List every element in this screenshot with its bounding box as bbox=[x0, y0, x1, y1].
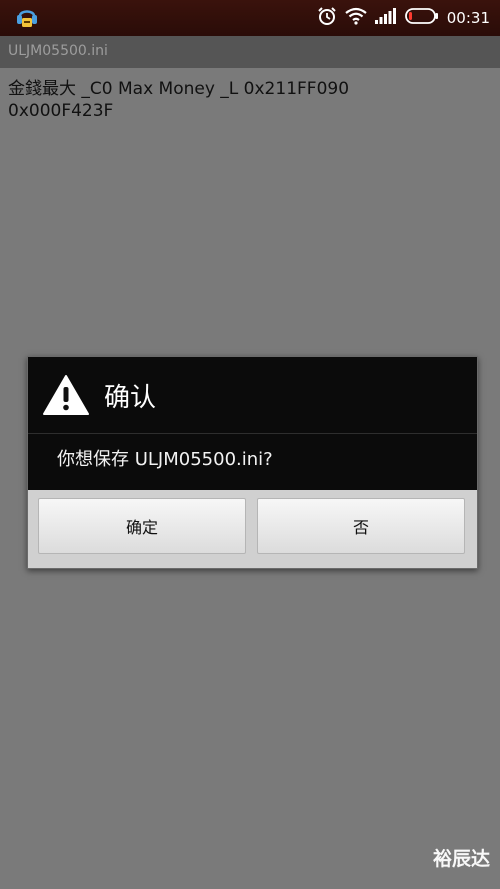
wifi-icon bbox=[345, 7, 367, 29]
content-text: 金錢最大 _C0 Max Money _L 0x211FF090 0x000F4… bbox=[8, 78, 488, 122]
warning-icon bbox=[42, 374, 90, 416]
status-bar: 00:31 bbox=[0, 0, 500, 36]
dialog-header: 确认 bbox=[28, 357, 477, 434]
dialog-button-bar: 确定 否 bbox=[28, 490, 477, 568]
content-line-2: 0x000F423F bbox=[8, 101, 114, 121]
dialog-message: 你想保存 ULJM05500.ini? bbox=[57, 449, 273, 470]
title-bar: ULJM05500.ini bbox=[0, 36, 500, 68]
confirm-dialog: 确认 你想保存 ULJM05500.ini? 确定 否 bbox=[27, 356, 478, 569]
battery-icon bbox=[404, 8, 439, 28]
alarm-clock-icon bbox=[317, 6, 337, 30]
confirm-button[interactable]: 确定 bbox=[38, 498, 246, 554]
app-notification-icon bbox=[14, 5, 40, 31]
dialog-title: 确认 bbox=[104, 383, 157, 413]
status-icons: 00:31 bbox=[317, 0, 490, 36]
cancel-button[interactable]: 否 bbox=[257, 498, 465, 554]
page-title: ULJM05500.ini bbox=[8, 43, 108, 59]
screen: 00:31 ULJM05500.ini 金錢最大 _C0 Max Money _… bbox=[0, 0, 500, 889]
watermark: 裕辰达 bbox=[432, 848, 490, 870]
dialog-body: 你想保存 ULJM05500.ini? bbox=[28, 434, 477, 490]
content-line-1: 金錢最大 _C0 Max Money _L 0x211FF090 bbox=[8, 79, 350, 99]
status-time: 00:31 bbox=[446, 9, 490, 27]
signal-icon bbox=[374, 8, 397, 28]
